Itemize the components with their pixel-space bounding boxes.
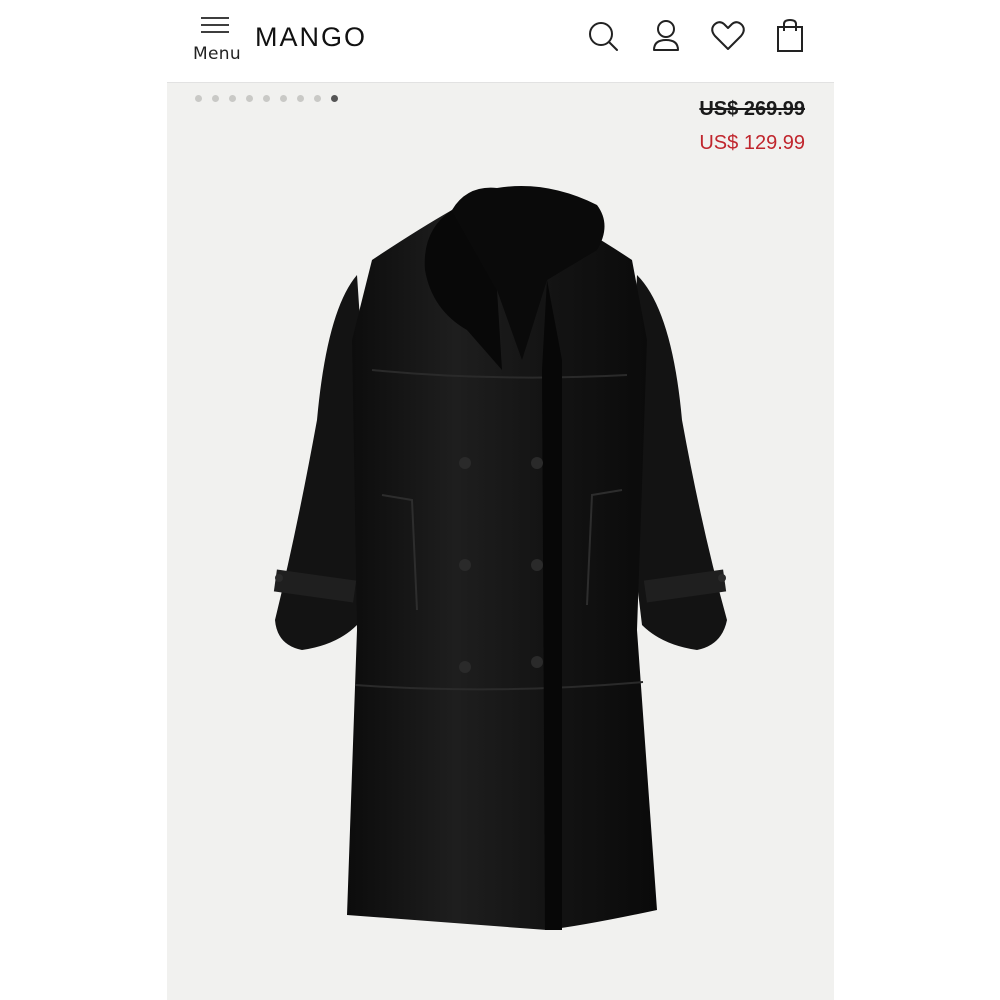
account-icon — [653, 20, 679, 51]
page: Menu MANGO US$ 269.99 US$ 129.99 — [0, 0, 1000, 1000]
account-button[interactable] — [646, 16, 686, 56]
menu-button[interactable]: Menu — [187, 12, 243, 68]
shopping-bag-icon — [777, 18, 803, 52]
carousel-dot[interactable] — [263, 95, 270, 102]
product-image[interactable] — [167, 170, 834, 950]
carousel-dot[interactable] — [314, 95, 321, 102]
search-icon — [589, 22, 618, 51]
hamburger-icon — [201, 17, 229, 33]
brand-logo[interactable]: MANGO — [255, 22, 367, 53]
coat-illustration — [273, 186, 727, 930]
original-price: US$ 269.99 — [699, 98, 805, 120]
carousel-dot[interactable] — [280, 95, 287, 102]
shopping-bag-button[interactable] — [770, 16, 810, 56]
carousel-dot-active[interactable] — [331, 95, 338, 102]
image-carousel-indicator[interactable] — [195, 95, 338, 103]
carousel-dot[interactable] — [229, 95, 236, 102]
search-button[interactable] — [583, 16, 623, 56]
product-page: Menu MANGO US$ 269.99 US$ 129.99 — [167, 0, 834, 1000]
wishlist-heart-icon — [711, 21, 745, 50]
carousel-dot[interactable] — [212, 95, 219, 102]
menu-label: Menu — [193, 44, 241, 64]
carousel-dot[interactable] — [195, 95, 202, 102]
carousel-dot[interactable] — [246, 95, 253, 102]
sale-price: US$ 129.99 — [699, 132, 805, 154]
carousel-dot[interactable] — [297, 95, 304, 102]
wishlist-button[interactable] — [708, 16, 748, 56]
top-header: Menu MANGO — [167, 0, 834, 83]
